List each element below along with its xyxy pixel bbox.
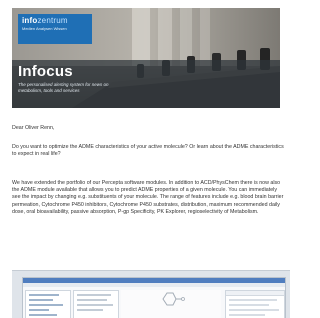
window-menubar xyxy=(23,283,285,287)
window-list-panel xyxy=(73,290,119,318)
results-tabs xyxy=(226,291,284,296)
newsletter-subtitle: The personalised alerting system for new… xyxy=(18,82,109,93)
logo-text-secondary: zentrum xyxy=(37,16,68,25)
logo-text-primary: info xyxy=(22,16,38,25)
window-tree-panel xyxy=(25,290,71,318)
company-logo: infozentrum Medien Analysen Wissen xyxy=(18,14,92,44)
body-paragraph: We have extended the portfolio of our Pe… xyxy=(12,180,284,215)
software-screenshot xyxy=(12,270,290,318)
newsletter-title: Infocus xyxy=(18,63,73,80)
molecule-structure-icon xyxy=(162,292,185,306)
header-banner: infozentrum Medien Analysen Wissen Infoc… xyxy=(12,8,280,108)
intro-paragraph: Do you want to optimize the ADME charact… xyxy=(12,144,284,158)
logo-tagline: Medien Analysen Wissen xyxy=(22,26,67,31)
greeting: Dear Oliver Renn, xyxy=(12,125,55,131)
window-results-panel xyxy=(225,290,285,318)
app-window xyxy=(22,277,286,318)
email-page: infozentrum Medien Analysen Wissen Infoc… xyxy=(0,0,290,318)
